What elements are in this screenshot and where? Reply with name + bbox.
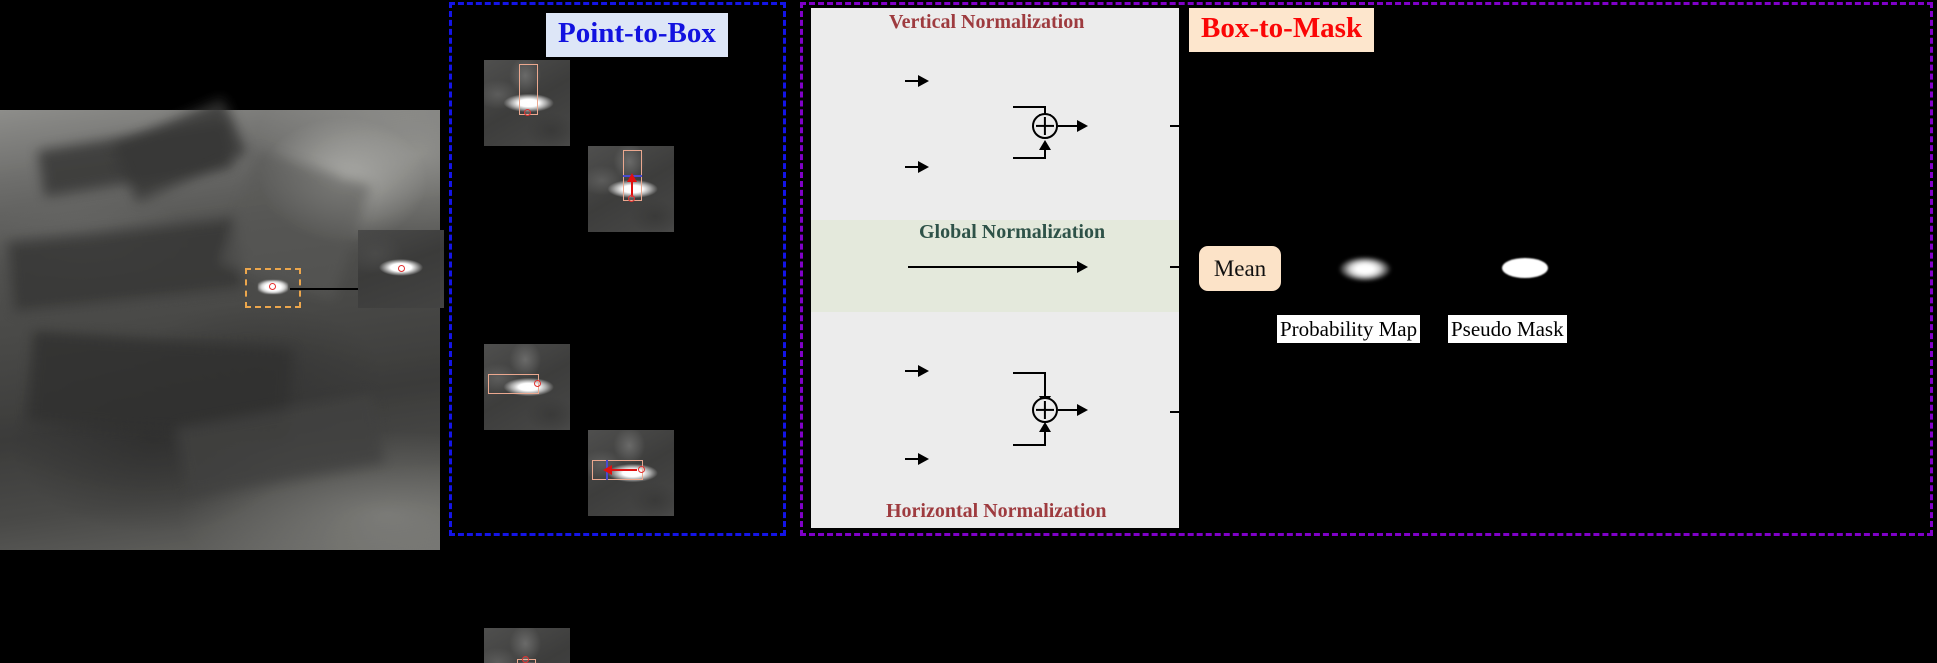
arrow-head [1467,261,1478,273]
sum-wire-top-h [1013,372,1046,374]
sum-operator-horizontal [1032,397,1058,423]
probability-blob [1336,255,1394,283]
arrow-head [1039,140,1051,150]
figure-canvas: Mean Probability Map Pseudo Mask Vertica… [0,0,1937,663]
probability-map-tile [1320,238,1410,300]
p2b-cell-boundary-up [588,146,674,232]
point-marker [534,380,541,387]
arrow-shaft [905,80,919,82]
p2b-cell-boundary-left [588,430,674,516]
cropped-target-patch [358,230,444,308]
sum-wire-bot-h [1013,444,1046,446]
arrow-shaft [1412,266,1470,268]
search-box-rect [519,64,538,115]
sum-operator-vertical [1032,113,1058,139]
mean-operator-button[interactable]: Mean [1199,246,1281,291]
point-marker [638,466,645,473]
pseudo-mask-tile [1480,238,1570,300]
arrow-head [1077,404,1088,416]
arrow-head [1077,261,1088,273]
horizontal-normalization-section [811,312,1179,528]
p2b-cell-search-up [484,60,570,146]
arrow-shaft [905,458,919,460]
pseudo-mask-blob [1502,258,1548,278]
thermal-scene-image [0,98,440,550]
arrow-head [918,453,929,465]
sum-wire-bot-h [1013,157,1046,159]
expand-arrow-head-left [603,465,612,475]
crop-point-marker [398,265,405,272]
vertical-normalization-section [811,8,1179,220]
sum-wire-top-h [1013,106,1046,108]
arrow-shaft [905,166,919,168]
global-arrow-shaft [908,266,1080,268]
point-to-box-title: Point-to-Box [546,13,728,57]
pseudo-mask-caption: Pseudo Mask [1448,315,1567,344]
horizontal-normalization-title: Horizontal Normalization [886,500,1107,522]
mean-label: Mean [1213,255,1267,281]
point-marker [524,109,531,116]
p2b-cell-search-left [484,344,570,430]
vertical-normalization-title: Vertical Normalization [889,11,1085,33]
expand-arrow-head-up [627,173,637,182]
bus-vert [1170,125,1214,127]
box-to-mask-title: Box-to-Mask [1189,8,1375,52]
expand-arrow-shaft [610,469,637,471]
search-box-rect [488,374,539,394]
global-normalization-title: Global Normalization [919,221,1106,243]
bus-glob [1170,266,1200,268]
p2b-cell-search-down [484,628,570,663]
arrow-head [918,365,929,377]
arrow-shaft [905,370,919,372]
arrow-head [918,75,929,87]
click-point-marker [269,283,276,290]
point-marker [628,195,635,202]
point-marker [522,656,529,663]
arrow-head [1077,120,1088,132]
bus-horz [1170,411,1214,413]
probability-map-caption: Probability Map [1277,315,1421,344]
arrow-head [1039,422,1051,432]
arrow-head [918,161,929,173]
